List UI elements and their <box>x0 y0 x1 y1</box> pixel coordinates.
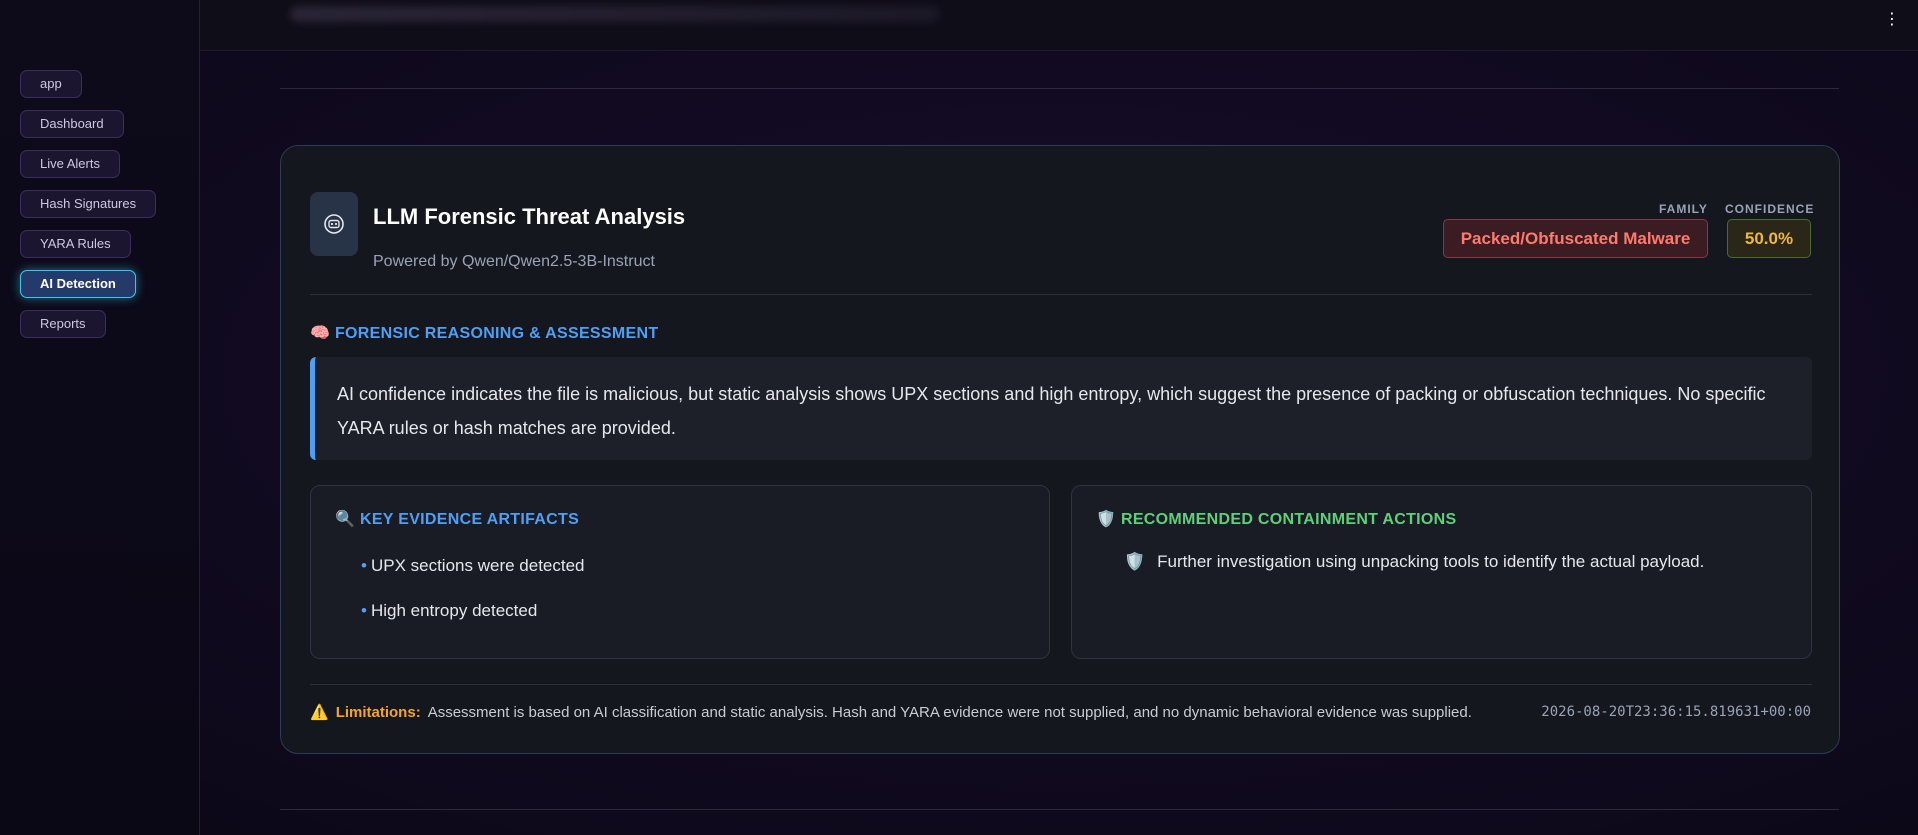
blurred-header-text <box>290 6 940 22</box>
warning-icon: ⚠️ <box>310 704 329 721</box>
model-subtitle: Powered by Qwen/Qwen2.5-3B-Instruct <box>373 253 655 270</box>
top-bar: ⋮ <box>200 0 1918 51</box>
sidebar-item-yara-rules[interactable]: YARA Rules <box>20 230 131 258</box>
shield-icon: 🛡️ <box>1124 552 1146 571</box>
bullet-icon: • <box>361 556 367 575</box>
sidebar-nav: app Dashboard Live Alerts Hash Signature… <box>20 70 157 338</box>
list-item: • High entropy detected <box>361 601 538 620</box>
evidence-heading-label: KEY EVIDENCE ARTIFACTS <box>359 511 580 528</box>
sidebar: app Dashboard Live Alerts Hash Signature… <box>0 0 200 835</box>
footer-divider <box>310 684 1812 685</box>
reasoning-heading: 🧠 FORENSIC REASONING & ASSESSMENT <box>310 323 658 343</box>
card-title: LLM Forensic Threat Analysis <box>373 204 686 229</box>
evidence-panel: 🔍 KEY EVIDENCE ARTIFACTS • UPX sections w… <box>310 485 1050 659</box>
evidence-heading: 🔍 KEY EVIDENCE ARTIFACTS <box>335 509 579 529</box>
ai-brain-chip-icon <box>310 192 358 256</box>
header-divider <box>310 294 1812 295</box>
bullet-icon: • <box>361 601 367 620</box>
limitations-text: Assessment is based on AI classification… <box>427 703 1472 721</box>
analysis-timestamp: 2026-08-20T23:36:15.819631+00:00 <box>1541 704 1811 720</box>
sidebar-item-app[interactable]: app <box>20 70 82 98</box>
family-label: FAMILY <box>1659 202 1708 216</box>
containment-heading-label: RECOMMENDED CONTAINMENT ACTIONS <box>1120 511 1457 528</box>
magnifier-icon: 🔍 <box>335 511 356 528</box>
family-badge: Packed/Obfuscated Malware <box>1443 219 1708 258</box>
confidence-badge: 50.0% <box>1727 219 1811 258</box>
list-item: • UPX sections were detected <box>361 556 585 575</box>
containment-action-text: Further investigation using unpacking to… <box>1157 552 1705 571</box>
sidebar-item-dashboard[interactable]: Dashboard <box>20 110 124 138</box>
sidebar-item-reports[interactable]: Reports <box>20 310 106 338</box>
reasoning-text: AI confidence indicates the file is mali… <box>310 357 1812 460</box>
kebab-menu-icon[interactable]: ⋮ <box>1884 12 1900 28</box>
limitations-label: Limitations: <box>335 703 421 721</box>
containment-heading: 🛡️ RECOMMENDED CONTAINMENT ACTIONS <box>1096 509 1457 529</box>
bottom-divider <box>280 809 1839 810</box>
containment-panel: 🛡️ RECOMMENDED CONTAINMENT ACTIONS 🛡️ Fu… <box>1071 485 1812 659</box>
forensic-analysis-card: LLM Forensic Threat Analysis Powered by … <box>280 145 1840 754</box>
list-item: 🛡️ Further investigation using unpacking… <box>1124 552 1704 572</box>
sidebar-item-hash-signatures[interactable]: Hash Signatures <box>20 190 157 218</box>
sidebar-item-ai-detection[interactable]: AI Detection <box>20 270 136 298</box>
evidence-list: • UPX sections were detected • High entrop… <box>361 556 585 646</box>
confidence-label: CONFIDENCE <box>1725 202 1815 216</box>
sidebar-item-live-alerts[interactable]: Live Alerts <box>20 150 120 178</box>
shield-icon: 🛡️ <box>1096 511 1117 528</box>
limitations-note: ⚠️ Limitations: Assessment is based on A… <box>310 703 1472 722</box>
brain-icon: 🧠 <box>310 325 331 342</box>
reasoning-heading-label: FORENSIC REASONING & ASSESSMENT <box>334 325 659 342</box>
top-divider <box>280 88 1839 89</box>
